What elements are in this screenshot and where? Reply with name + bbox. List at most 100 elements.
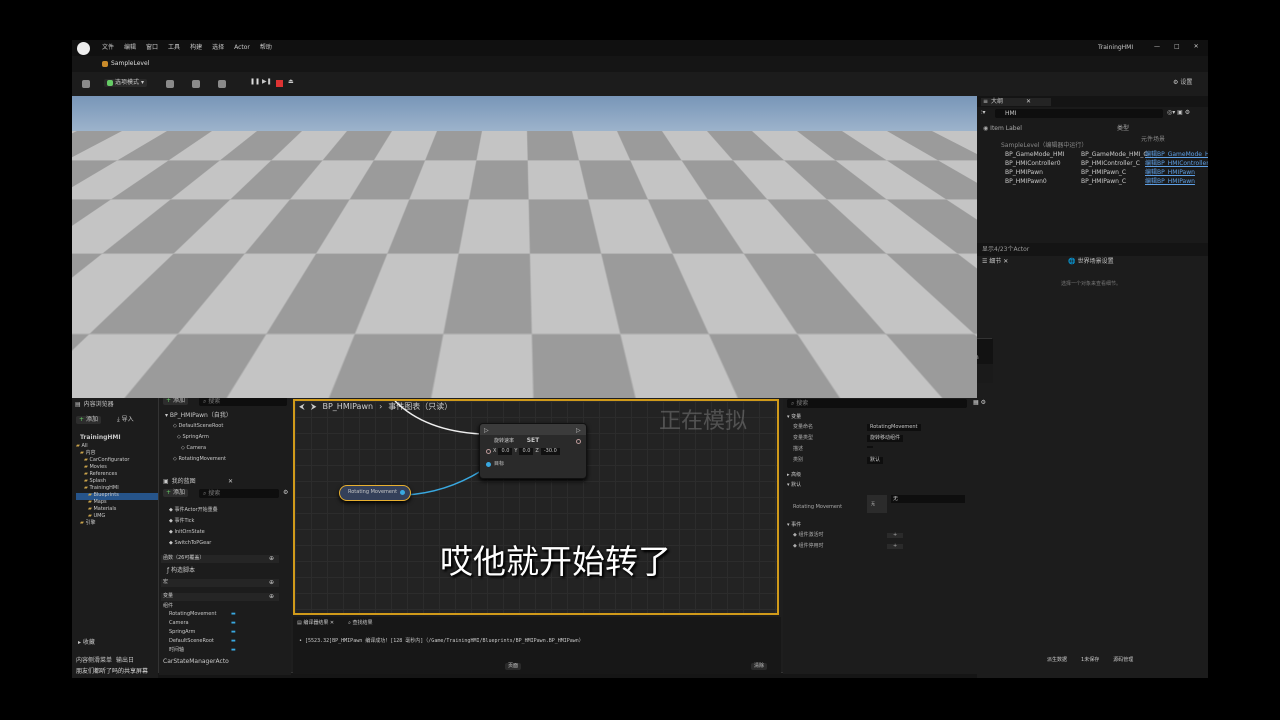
exec-out-pin[interactable]: ▷ (576, 428, 581, 434)
rotation-z-input[interactable]: -30.0 (541, 448, 560, 455)
unreal-logo-icon[interactable] (77, 42, 90, 55)
derived-data-status[interactable]: 派生数据 (1047, 658, 1067, 663)
bp-toolbar-button[interactable]: ◈ 类设置 (358, 370, 378, 375)
compiler-results-tab[interactable]: ▤ 编译器结果 ✕ (297, 621, 334, 626)
outliner-tab[interactable]: ≡ 大纲 ✕ (981, 98, 1051, 106)
set-node[interactable]: SET ▷ ▷ 旋转速率 X 0.0 Y 0.0 Z -30.0 目标 (479, 423, 587, 479)
add-icon[interactable]: ⊕ (269, 556, 274, 562)
add-icon[interactable]: ⊕ (269, 580, 274, 586)
details-tab[interactable]: ☰ 细节 ✕ (982, 259, 1008, 265)
my-blueprint-tab[interactable]: ▣ 我的蓝图 ✕ (163, 479, 233, 485)
menu-item[interactable]: 帮助 (260, 45, 272, 51)
bp-toolbar-button[interactable]: ◈ 编译 (209, 370, 224, 375)
blueprint-icon[interactable] (192, 80, 200, 88)
components-search-input[interactable]: ⌕ 搜索 (199, 397, 287, 406)
content-browser-tab[interactable]: ▤ 内容浏览器 (75, 402, 114, 408)
eject-icon[interactable]: ⏏ (288, 79, 294, 85)
close-icon[interactable]: ✕ (963, 343, 968, 349)
edit-blueprint-link[interactable]: 编辑BP_GameMode_H (1145, 152, 1208, 158)
graph-tab[interactable]: ▦ 时间轴_Template (454, 387, 509, 394)
menu-item[interactable]: 工具 (168, 45, 180, 51)
property-value[interactable]: 旋转移动组件 (867, 435, 903, 442)
browse-icon[interactable] (185, 369, 193, 377)
rotation-x-input[interactable]: 0.0 (498, 448, 512, 455)
my-blueprint-search-input[interactable]: ⌕ 搜索 (199, 489, 279, 498)
graph-tab[interactable]: ▦ Construction Scr... (331, 387, 391, 394)
maximize-icon[interactable]: □ (943, 343, 949, 349)
bp-menu-item[interactable]: 调试 (275, 343, 285, 348)
add-actor-icon[interactable] (166, 80, 174, 88)
bp-toolbar-button[interactable]: ◈ 对比 (242, 370, 257, 375)
menu-item[interactable]: 文件 (102, 45, 114, 51)
add-member-button[interactable]: + 添加 (163, 489, 188, 497)
minimize-icon[interactable]: — (1154, 44, 1160, 50)
log-clear-button[interactable]: 清除 (751, 663, 767, 670)
exec-in-pin[interactable]: ▷ (484, 428, 489, 434)
bp-asset-tab[interactable]: ◆ M_PPDissolve (373, 355, 469, 362)
close-icon[interactable]: ✕ (848, 387, 853, 393)
content-drawer-tab[interactable]: 内容侧滑菜单 (76, 658, 112, 664)
construction-script-item[interactable]: ƒ 构造脚本 (167, 568, 195, 574)
debug-target-select[interactable]: BP_HMIPawn ▾ (581, 369, 630, 377)
bp-asset-tab[interactable]: ◆ WBP_HMI (469, 355, 565, 362)
rotation-y-input[interactable]: 0.0 (519, 448, 533, 455)
unsaved-status[interactable]: 1未保存 (1081, 658, 1099, 663)
restore-icon[interactable]: ⧉ (905, 343, 909, 349)
bp-menu-item[interactable]: 文件 (191, 343, 201, 348)
bp-toolbar-button[interactable]: ◈ 隐藏不相关 (309, 370, 339, 375)
eject-icon[interactable]: ⏏ (549, 370, 555, 376)
advanced-section-header[interactable]: ▸ 高级 (787, 473, 801, 478)
rotator-out-pin[interactable] (576, 439, 581, 444)
variable-section-header[interactable]: ▾ 变量 (787, 415, 801, 420)
add-button[interactable]: + 添加 (76, 416, 101, 424)
mode-button[interactable]: 选项模式 ▾ (104, 79, 147, 87)
folder-item[interactable]: ▰ 引擎 (76, 521, 158, 528)
close-icon[interactable]: ✕ (1194, 44, 1199, 50)
bp-menu-item[interactable]: 编辑 (212, 343, 222, 348)
bp-details-search-input[interactable]: ⌕ 搜索 (787, 399, 967, 408)
variable-item[interactable]: 时间轴 ▬ (169, 648, 249, 657)
components-tab[interactable]: ⊞ 组件 ✕ (163, 387, 287, 393)
rotator-pin[interactable] (486, 449, 491, 454)
menu-item[interactable]: Actor (234, 45, 250, 51)
component-root[interactable]: ▾ BP_HMIPawn（自我） (165, 413, 232, 419)
red-car[interactable] (447, 154, 787, 294)
step-icon[interactable]: ▶❚ (523, 370, 533, 376)
pause-icon[interactable]: ❚❚ (250, 79, 260, 85)
bp-menu-item[interactable]: 工具 (317, 343, 327, 348)
variables-section[interactable]: 变量 ⊕ (161, 593, 279, 601)
import-button[interactable]: ⤓ 导入 (114, 416, 137, 424)
add-event-button[interactable]: + (887, 533, 903, 538)
add-component-button[interactable]: + 添加 (163, 397, 188, 405)
graph-tab[interactable]: ▦ 视口 (293, 387, 317, 394)
find-in-level-icon[interactable] (636, 369, 644, 377)
maximize-icon[interactable]: □ (1174, 44, 1180, 50)
view-options-icons[interactable]: ▦ ⚙ (973, 400, 986, 406)
save-icon[interactable] (82, 80, 90, 88)
component-item[interactable]: ◇ RotatingMovement (169, 457, 226, 468)
log-page-button[interactable]: 页面 (505, 663, 521, 670)
stop-icon[interactable] (276, 80, 283, 87)
property-value[interactable]: RotatingMovement (867, 424, 921, 431)
pause-icon[interactable]: ❚❚ (511, 370, 521, 376)
level-tab[interactable]: SampleLevel (102, 59, 149, 69)
var-out-pin[interactable] (400, 490, 405, 495)
world-settings-tab[interactable]: 🌐 世界场景设置 (1068, 259, 1113, 265)
content-root[interactable]: TrainingHMI (80, 435, 121, 441)
event-item[interactable]: ◆ SwitchToPGear (169, 541, 218, 552)
graph-tab[interactable]: ▦ 事件图表 (405, 387, 439, 394)
close-icon[interactable]: ✕ (241, 355, 245, 361)
bp-toolbar-button[interactable]: ◈ 类默认值 (396, 370, 421, 375)
step-icon[interactable]: ▶❚ (262, 79, 272, 85)
collections-header[interactable]: ▸ 收藏 (78, 640, 95, 646)
minimize-icon[interactable]: — (923, 343, 929, 349)
close-icon[interactable]: ✕ (1026, 99, 1031, 105)
outliner-options-icons[interactable]: ◎▾ ▣ ⚙ (1167, 110, 1190, 116)
save-icon[interactable] (167, 369, 175, 377)
add-icon[interactable]: ⊕ (269, 594, 274, 600)
menu-item[interactable]: 选择 (212, 45, 224, 51)
target-pin[interactable] (486, 462, 491, 467)
car-state-manager-var[interactable]: CarStateManagerActo (163, 659, 229, 665)
property-value[interactable]: 默认 (867, 457, 883, 464)
close-icon[interactable]: ✕ (228, 479, 233, 485)
